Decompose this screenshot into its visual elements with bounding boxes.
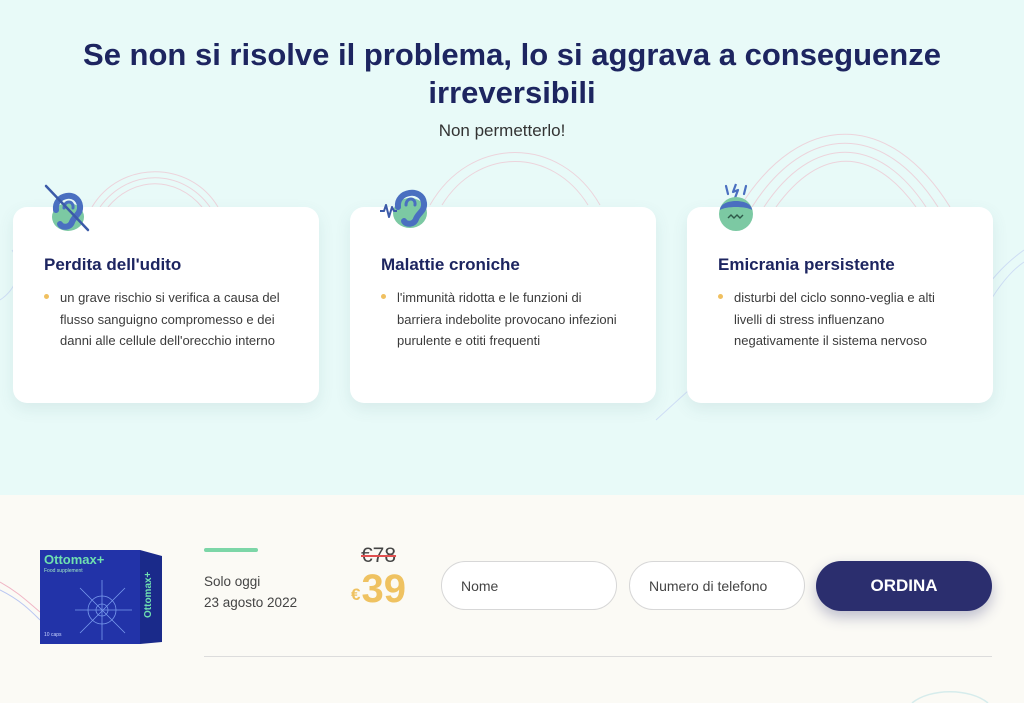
card-title: Malattie croniche bbox=[381, 255, 520, 274]
currency-symbol: € bbox=[351, 585, 361, 604]
product-name: Ottomax+ bbox=[44, 552, 105, 567]
card-bullet: l'immunità ridotta e le funzioni di barr… bbox=[381, 287, 629, 352]
product-side-name: Ottomax+ bbox=[143, 571, 154, 618]
new-price-value: 39 bbox=[361, 567, 406, 611]
crossed-ear-icon bbox=[44, 184, 90, 232]
card-bullet-list: disturbi del ciclo sonno-veglia e alti l… bbox=[718, 287, 966, 352]
card-bullet-list: un grave rischio si verifica a causa del… bbox=[44, 287, 292, 352]
page-title: Se non si risolve il problema, lo si agg… bbox=[83, 37, 941, 110]
offer-label: Solo oggi bbox=[204, 574, 261, 589]
card-hearing-loss: Perdita dell'udito un grave rischio si v… bbox=[13, 207, 319, 403]
decorative-circle bbox=[911, 691, 989, 703]
product-box-icon: Ottomax+ Food supplement 10 caps Ottomax… bbox=[40, 550, 162, 644]
new-price: €39 bbox=[351, 567, 406, 612]
problem-section: Se non si risolve il problema, lo si agg… bbox=[0, 0, 1024, 495]
card-persistent-migraine: Emicrania persistente disturbi del ciclo… bbox=[687, 207, 993, 403]
card-bullet-list: l'immunità ridotta e le funzioni di barr… bbox=[381, 287, 629, 352]
product-count: 10 caps bbox=[44, 632, 62, 638]
accent-bar bbox=[204, 548, 258, 552]
card-title: Emicrania persistente bbox=[718, 255, 895, 274]
card-title: Perdita dell'udito bbox=[44, 255, 182, 274]
card-bullet: un grave rischio si verifica a causa del… bbox=[44, 287, 292, 352]
old-price: €78 bbox=[361, 544, 397, 567]
divider bbox=[204, 656, 992, 657]
card-bullet: disturbi del ciclo sonno-veglia e alti l… bbox=[718, 287, 966, 352]
offer-date: 23 agosto 2022 bbox=[204, 595, 298, 610]
product-tag: Food supplement bbox=[44, 568, 83, 574]
ear-sound-icon bbox=[380, 190, 428, 228]
card-chronic-diseases: Malattie croniche l'immunità ridotta e l… bbox=[350, 207, 656, 403]
product-box-image: Ottomax+ Food supplement 10 caps Ottomax… bbox=[40, 548, 162, 644]
name-input[interactable] bbox=[441, 561, 617, 610]
decorative-waves-left bbox=[0, 581, 40, 621]
page-subtitle: Non permetterlo! bbox=[438, 121, 566, 140]
phone-input[interactable] bbox=[629, 561, 805, 610]
headache-head-icon bbox=[719, 183, 753, 231]
order-button[interactable]: ORDINA bbox=[816, 561, 992, 611]
offer-date-block: Solo oggi 23 agosto 2022 bbox=[204, 571, 297, 613]
